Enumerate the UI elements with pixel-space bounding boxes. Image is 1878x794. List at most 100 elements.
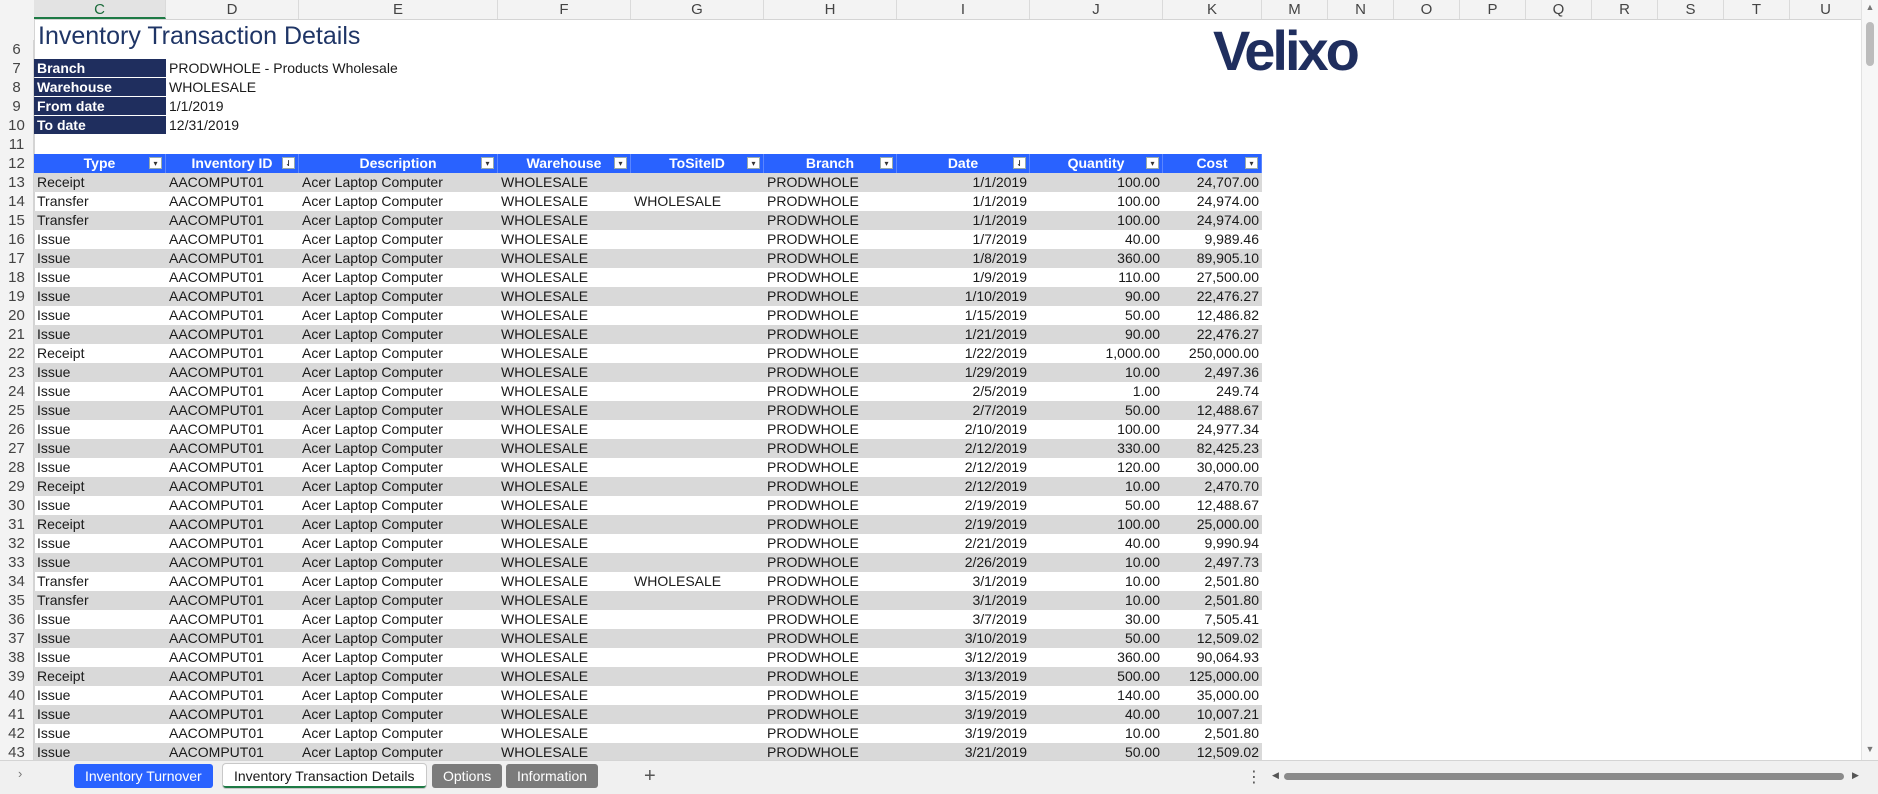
tosite-cell[interactable] bbox=[631, 211, 764, 230]
date-cell[interactable]: 1/1/2019 bbox=[897, 192, 1030, 211]
quantity-cell[interactable]: 40.00 bbox=[1030, 230, 1163, 249]
inventory-id-cell[interactable]: AACOMPUT01 bbox=[166, 173, 299, 192]
type-cell[interactable]: Issue bbox=[34, 724, 166, 743]
quantity-cell[interactable]: 10.00 bbox=[1030, 363, 1163, 382]
date-cell[interactable]: 2/7/2019 bbox=[897, 401, 1030, 420]
inventory-id-cell[interactable]: AACOMPUT01 bbox=[166, 382, 299, 401]
cost-cell[interactable]: 82,425.23 bbox=[1163, 439, 1262, 458]
cost-cell[interactable]: 249.74 bbox=[1163, 382, 1262, 401]
tosite-cell[interactable] bbox=[631, 325, 764, 344]
column-header-i[interactable]: I bbox=[897, 0, 1030, 19]
description-cell[interactable]: Acer Laptop Computer bbox=[299, 610, 498, 629]
add-sheet-button[interactable]: + bbox=[644, 764, 656, 788]
type-cell[interactable]: Receipt bbox=[34, 173, 166, 192]
quantity-cell[interactable]: 90.00 bbox=[1030, 287, 1163, 306]
date-cell[interactable]: 3/7/2019 bbox=[897, 610, 1030, 629]
spreadsheet-grid[interactable]: CDEFGHIJKMNOPQRSTU 6 7 8 9 10 11 12 13 14 15 16 17 1… bbox=[0, 0, 1878, 760]
cost-cell[interactable]: 2,501.80 bbox=[1163, 591, 1262, 610]
date-cell[interactable]: 1/22/2019 bbox=[897, 344, 1030, 363]
table-header-cell[interactable]: Date ⇃ bbox=[897, 154, 1030, 173]
branch-cell[interactable]: PRODWHOLE bbox=[764, 705, 897, 724]
cost-cell[interactable]: 9,989.46 bbox=[1163, 230, 1262, 249]
warehouse-cell[interactable]: WHOLESALE bbox=[498, 496, 631, 515]
date-cell[interactable]: 3/19/2019 bbox=[897, 724, 1030, 743]
cost-cell[interactable]: 90,064.93 bbox=[1163, 648, 1262, 667]
description-cell[interactable]: Acer Laptop Computer bbox=[299, 648, 498, 667]
date-cell[interactable]: 2/10/2019 bbox=[897, 420, 1030, 439]
column-header-t[interactable]: T bbox=[1724, 0, 1790, 19]
type-cell[interactable]: Issue bbox=[34, 534, 166, 553]
date-cell[interactable]: 1/29/2019 bbox=[897, 363, 1030, 382]
date-cell[interactable]: 1/15/2019 bbox=[897, 306, 1030, 325]
param-value[interactable]: 1/1/2019 bbox=[169, 97, 224, 115]
cost-cell[interactable]: 12,509.02 bbox=[1163, 629, 1262, 648]
tosite-cell[interactable] bbox=[631, 629, 764, 648]
row-number[interactable]: 23 bbox=[0, 363, 34, 382]
warehouse-cell[interactable]: WHOLESALE bbox=[498, 306, 631, 325]
description-cell[interactable]: Acer Laptop Computer bbox=[299, 572, 498, 591]
warehouse-cell[interactable]: WHOLESALE bbox=[498, 743, 631, 760]
vertical-scroll-thumb[interactable] bbox=[1866, 22, 1874, 66]
tosite-cell[interactable] bbox=[631, 439, 764, 458]
horizontal-scrollbar[interactable]: ◀ ▶ bbox=[1272, 770, 1862, 782]
branch-cell[interactable]: PRODWHOLE bbox=[764, 572, 897, 591]
cost-cell[interactable]: 35,000.00 bbox=[1163, 686, 1262, 705]
description-cell[interactable]: Acer Laptop Computer bbox=[299, 420, 498, 439]
row-number[interactable]: 20 bbox=[0, 306, 34, 325]
type-cell[interactable]: Issue bbox=[34, 382, 166, 401]
cost-cell[interactable]: 9,990.94 bbox=[1163, 534, 1262, 553]
row-number[interactable]: 21 bbox=[0, 325, 34, 344]
warehouse-cell[interactable]: WHOLESALE bbox=[498, 515, 631, 534]
inventory-id-cell[interactable]: AACOMPUT01 bbox=[166, 192, 299, 211]
cost-cell[interactable]: 12,488.67 bbox=[1163, 401, 1262, 420]
type-cell[interactable]: Issue bbox=[34, 553, 166, 572]
cost-cell[interactable]: 24,977.34 bbox=[1163, 420, 1262, 439]
tosite-cell[interactable] bbox=[631, 344, 764, 363]
quantity-cell[interactable]: 10.00 bbox=[1030, 724, 1163, 743]
type-cell[interactable]: Issue bbox=[34, 610, 166, 629]
warehouse-cell[interactable]: WHOLESALE bbox=[498, 572, 631, 591]
inventory-id-cell[interactable]: AACOMPUT01 bbox=[166, 477, 299, 496]
row-number[interactable]: 38 bbox=[0, 648, 34, 667]
scroll-down-icon[interactable]: ▼ bbox=[1865, 744, 1875, 754]
type-cell[interactable]: Issue bbox=[34, 439, 166, 458]
warehouse-cell[interactable]: WHOLESALE bbox=[498, 249, 631, 268]
branch-cell[interactable]: PRODWHOLE bbox=[764, 629, 897, 648]
branch-cell[interactable]: PRODWHOLE bbox=[764, 211, 897, 230]
warehouse-cell[interactable]: WHOLESALE bbox=[498, 458, 631, 477]
warehouse-cell[interactable]: WHOLESALE bbox=[498, 591, 631, 610]
cost-cell[interactable]: 12,488.67 bbox=[1163, 496, 1262, 515]
description-cell[interactable]: Acer Laptop Computer bbox=[299, 173, 498, 192]
date-cell[interactable]: 3/12/2019 bbox=[897, 648, 1030, 667]
type-cell[interactable]: Issue bbox=[34, 401, 166, 420]
cost-cell[interactable]: 22,476.27 bbox=[1163, 325, 1262, 344]
tosite-cell[interactable] bbox=[631, 382, 764, 401]
quantity-cell[interactable]: 40.00 bbox=[1030, 705, 1163, 724]
description-cell[interactable]: Acer Laptop Computer bbox=[299, 515, 498, 534]
date-cell[interactable]: 2/26/2019 bbox=[897, 553, 1030, 572]
warehouse-cell[interactable]: WHOLESALE bbox=[498, 648, 631, 667]
tosite-cell[interactable] bbox=[631, 648, 764, 667]
type-cell[interactable]: Issue bbox=[34, 306, 166, 325]
row-number[interactable]: 40 bbox=[0, 686, 34, 705]
description-cell[interactable]: Acer Laptop Computer bbox=[299, 382, 498, 401]
tosite-cell[interactable] bbox=[631, 401, 764, 420]
column-header-p[interactable]: P bbox=[1460, 0, 1526, 19]
table-header-cell[interactable]: Branch ▾ bbox=[764, 154, 897, 173]
inventory-id-cell[interactable]: AACOMPUT01 bbox=[166, 458, 299, 477]
filter-dropdown-icon[interactable]: ▾ bbox=[880, 157, 893, 169]
type-cell[interactable]: Issue bbox=[34, 363, 166, 382]
row-number[interactable]: 11 bbox=[0, 135, 34, 154]
tosite-cell[interactable]: WHOLESALE bbox=[631, 192, 764, 211]
tosite-cell[interactable] bbox=[631, 249, 764, 268]
row-number[interactable]: 31 bbox=[0, 515, 34, 534]
date-cell[interactable]: 3/1/2019 bbox=[897, 572, 1030, 591]
quantity-cell[interactable]: 100.00 bbox=[1030, 420, 1163, 439]
branch-cell[interactable]: PRODWHOLE bbox=[764, 344, 897, 363]
quantity-cell[interactable]: 10.00 bbox=[1030, 477, 1163, 496]
quantity-cell[interactable]: 50.00 bbox=[1030, 306, 1163, 325]
quantity-cell[interactable]: 10.00 bbox=[1030, 572, 1163, 591]
type-cell[interactable]: Issue bbox=[34, 686, 166, 705]
quantity-cell[interactable]: 100.00 bbox=[1030, 173, 1163, 192]
inventory-id-cell[interactable]: AACOMPUT01 bbox=[166, 420, 299, 439]
